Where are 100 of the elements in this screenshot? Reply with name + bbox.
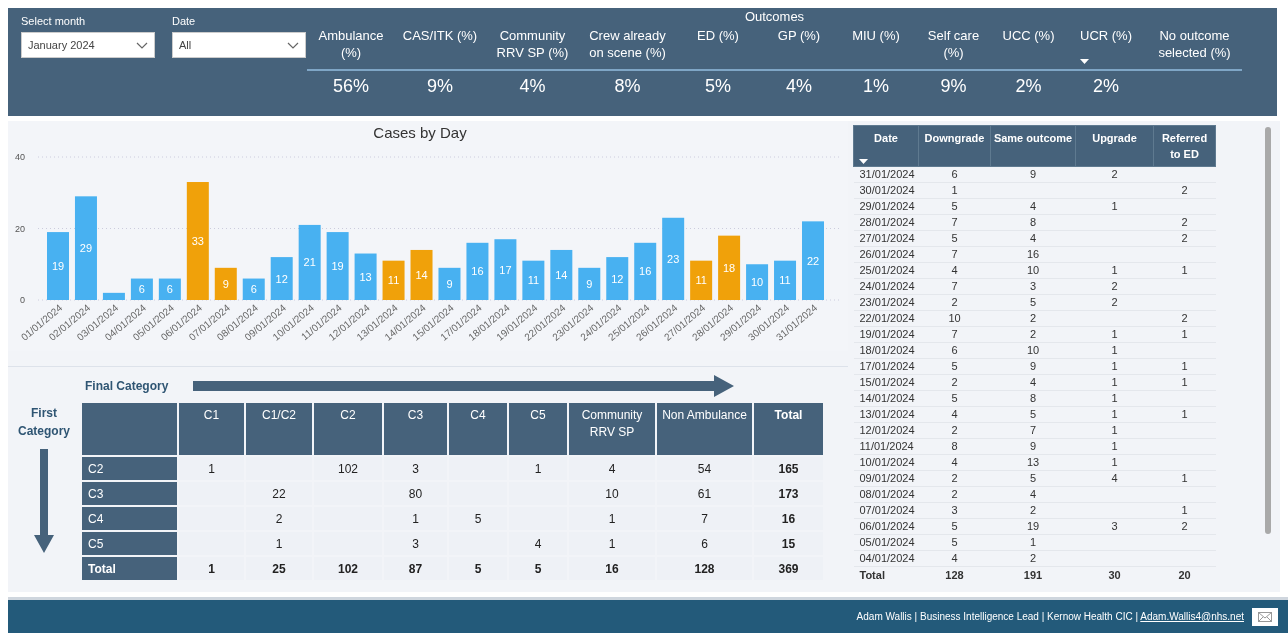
axis-title: Final Category [85,378,170,393]
bar[interactable] [634,243,657,301]
bar[interactable] [214,268,237,301]
kpi-value: 1% [863,76,889,97]
bar[interactable] [438,268,461,301]
bar[interactable] [494,239,517,301]
table-cell: 1 [1111,343,1118,359]
column-header[interactable]: C3 [383,402,448,457]
table-cell: 6 [701,536,708,551]
table-cell: 2 [1029,503,1037,519]
column-header[interactable]: CAS/ITK (%) [402,27,478,67]
date-cell: 27/01/2024 [859,231,915,247]
column-header[interactable]: Crew already on scene (%) [586,27,669,67]
table-cell: 22 [272,486,286,501]
date-cell: 26/01/2024 [859,247,915,263]
row-header[interactable]: C3 [81,481,178,507]
bar[interactable] [578,268,601,301]
bar[interactable] [774,261,797,301]
bar[interactable] [102,293,125,301]
row-header[interactable]: Total [81,556,178,582]
table-cell: 1 [1181,471,1188,487]
row-header[interactable]: C4 [81,506,178,532]
table-cell: 2 [951,471,958,487]
table-cell: 2 [951,423,958,439]
filter-dropdown[interactable]: January 2024 [21,32,155,58]
table-cell: 9 [1029,439,1037,455]
bar[interactable] [354,254,377,301]
y-axis-label: 20 [15,223,25,234]
table-cell: 9 [1029,167,1037,183]
axis-title: First Category [17,405,71,441]
table-cell: 1 [1111,439,1118,455]
date-cell: 19/01/2024 [859,327,915,343]
column-header[interactable]: GP (%) [777,27,821,67]
column-header[interactable]: ED (%) [697,27,739,67]
bar-value-label: 29 [79,242,93,255]
bar[interactable] [74,196,97,301]
bar[interactable] [158,279,181,301]
bar[interactable] [47,232,69,301]
bar[interactable] [130,279,153,301]
column-header[interactable]: Total [753,402,824,457]
bar-value-label: 9 [446,278,453,291]
bar[interactable] [522,261,545,301]
bar[interactable] [550,250,573,301]
column-header[interactable]: C5 [508,402,568,457]
section-title: Outcomes [744,9,805,24]
bar[interactable] [690,261,713,301]
column-header[interactable]: No outcome selected (%) [1153,27,1236,67]
table-cell: 5 [474,511,482,526]
column-header[interactable]: Community RRV SP [568,402,656,457]
table-cell: 173 [778,486,799,501]
row-header[interactable]: C5 [81,531,178,557]
email-button[interactable] [1252,607,1278,626]
bar[interactable] [382,261,405,301]
column-header[interactable]: C1 [178,402,245,457]
table-cell: 2 [1111,295,1118,311]
scrollbar[interactable] [1265,127,1271,535]
bar[interactable] [466,243,489,301]
bar[interactable] [410,250,433,301]
date-cell: 12/01/2024 [859,423,915,439]
table-cell: 1 [412,511,419,526]
table-cell: 4 [951,263,958,279]
table-cell: 1 [275,536,283,551]
bar[interactable] [242,279,265,301]
bar[interactable] [298,225,321,301]
column-header[interactable]: Non Ambulance [656,402,753,457]
sort-icon[interactable] [859,159,868,165]
column-header[interactable]: C4 [448,402,508,457]
bar[interactable] [606,257,629,301]
column-header[interactable]: MIU (%) [852,27,900,67]
column-header[interactable]: Self care (%) [921,27,986,67]
table-cell: 5 [534,561,542,576]
table-cell: 2 [1181,519,1188,535]
column-header[interactable]: Community RRV SP (%) [491,27,574,67]
column-header[interactable]: UCR (%) [1080,27,1132,67]
column-header[interactable]: Ambulance (%) [313,27,389,67]
table-cell: 1 [1111,199,1118,215]
bar[interactable] [326,232,349,301]
table-cell: 1 [608,536,616,551]
column-header[interactable]: UCC (%) [1002,27,1055,67]
table-cell: 10 [948,311,961,327]
sort-icon[interactable] [1080,59,1089,64]
filter-dropdown[interactable]: All [172,32,306,58]
table-cell: 10 [1026,343,1040,359]
table-cell: 1 [534,461,542,476]
column-header[interactable]: C1/C2 [245,402,313,457]
table-cell: 369 [778,561,799,576]
bar[interactable] [662,218,685,301]
bar[interactable] [270,257,293,301]
column-header[interactable]: C2 [313,402,383,457]
table-cell: 5 [951,519,958,535]
bar[interactable] [186,182,209,301]
table-cell: 5 [951,231,958,247]
table-cell: 1 [1111,407,1118,423]
bar[interactable] [718,236,741,301]
email-link[interactable]: Adam.Wallis4@nhs.net [1140,611,1244,623]
bar[interactable] [802,221,824,301]
bar[interactable] [746,264,769,301]
table-cell: 1 [208,561,215,576]
row-header[interactable]: C2 [81,456,178,482]
table-cell: 4 [534,536,542,551]
